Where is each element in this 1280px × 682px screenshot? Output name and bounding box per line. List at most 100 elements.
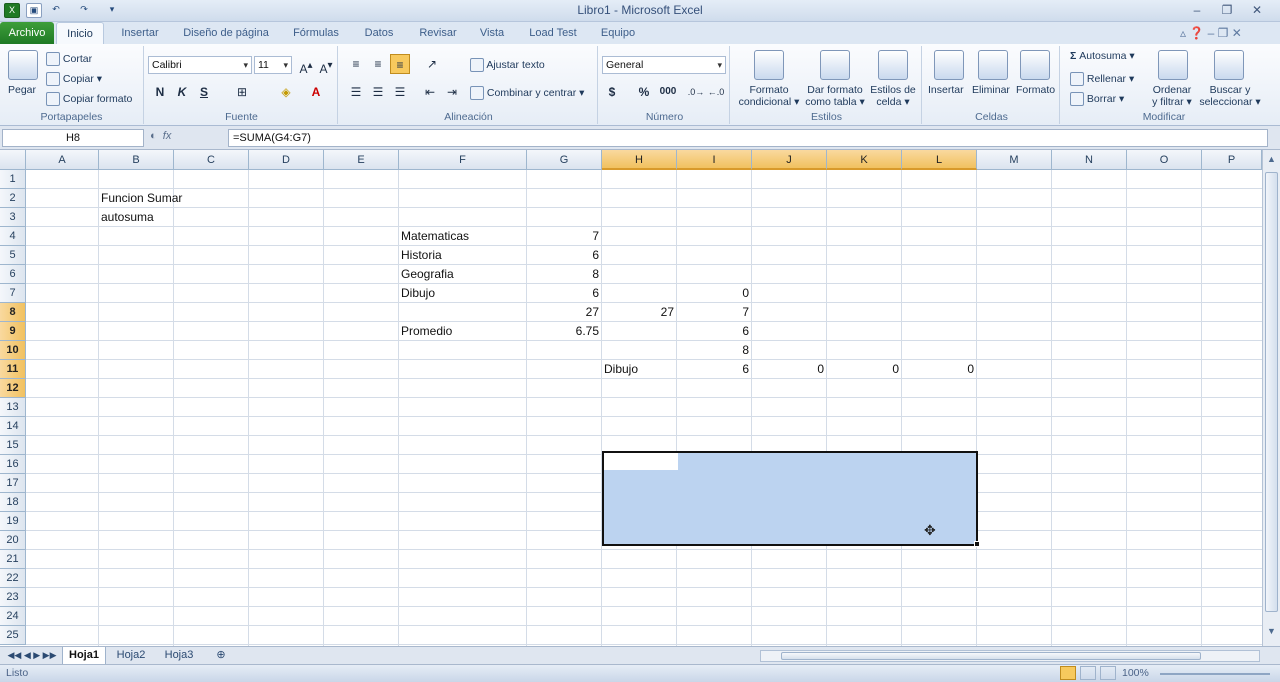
- number-format-select[interactable]: General: [602, 56, 726, 74]
- name-box[interactable]: H8: [2, 129, 144, 147]
- horizontal-scrollbar[interactable]: [760, 650, 1260, 662]
- row-header-3[interactable]: 3: [0, 208, 26, 227]
- row-header-2[interactable]: 2: [0, 189, 26, 208]
- insert-cells-icon[interactable]: [934, 50, 964, 80]
- cell-f4[interactable]: Matematicas: [401, 227, 527, 246]
- cell-g5[interactable]: 6: [529, 246, 602, 265]
- page-layout-icon[interactable]: [1080, 666, 1096, 680]
- cell-g7[interactable]: 6: [529, 284, 602, 303]
- row-header-21[interactable]: 21: [0, 550, 26, 569]
- row-header-7[interactable]: 7: [0, 284, 26, 303]
- copy-button[interactable]: Copiar ▾: [46, 72, 102, 86]
- cell-f5[interactable]: Historia: [401, 246, 527, 265]
- conditional-format-button[interactable]: Formato condicional ▾: [736, 84, 802, 108]
- sort-filter-button[interactable]: Ordenar y filtrar ▾: [1146, 84, 1198, 108]
- tab-diseno[interactable]: Diseño de página: [176, 22, 276, 44]
- column-header-n[interactable]: N: [1052, 150, 1127, 170]
- expand-formula-icon[interactable]: ◐: [150, 130, 157, 142]
- bold-button[interactable]: N: [150, 82, 170, 102]
- column-header-d[interactable]: D: [249, 150, 324, 170]
- column-header-k[interactable]: K: [827, 150, 902, 170]
- row-header-1[interactable]: 1: [0, 170, 26, 189]
- tab-revisar[interactable]: Revisar: [412, 22, 464, 44]
- spreadsheet-grid[interactable]: ABCDEFGHIJKLMNOP 1 2 3 4 5 6 7 8 9 10 11 12 13 14 15 16…: [0, 150, 1262, 646]
- cell-b2[interactable]: Funcion Sumar: [101, 189, 182, 208]
- increase-decimal-icon[interactable]: .0→: [686, 82, 706, 102]
- column-header-m[interactable]: M: [977, 150, 1052, 170]
- zoom-slider[interactable]: [1160, 673, 1270, 675]
- insert-cells-button[interactable]: Insertar: [928, 84, 964, 96]
- delete-cells-button[interactable]: Eliminar: [972, 84, 1010, 96]
- italic-button[interactable]: K: [172, 82, 192, 102]
- cut-button[interactable]: Cortar: [46, 52, 92, 66]
- cell-k11[interactable]: 0: [829, 360, 902, 379]
- cell-h8[interactable]: 27: [604, 303, 677, 322]
- align-top-icon[interactable]: ≡: [346, 54, 366, 74]
- conditional-format-icon[interactable]: [754, 50, 784, 80]
- cell-i7[interactable]: 0: [679, 284, 752, 303]
- cell-f9[interactable]: Promedio: [401, 322, 527, 341]
- new-sheet-icon[interactable]: ⊕: [204, 647, 238, 665]
- row-header-20[interactable]: 20: [0, 531, 26, 550]
- minimize-icon[interactable]: –: [1186, 2, 1208, 18]
- format-as-table-button[interactable]: Dar formato como tabla ▾: [804, 84, 866, 108]
- column-header-e[interactable]: E: [324, 150, 399, 170]
- column-header-i[interactable]: I: [677, 150, 752, 170]
- row-header-25[interactable]: 25: [0, 626, 26, 645]
- underline-button[interactable]: S: [194, 82, 214, 102]
- scroll-thumb[interactable]: [1265, 172, 1278, 612]
- align-bottom-icon[interactable]: ≡: [390, 54, 410, 74]
- row-header-6[interactable]: 6: [0, 265, 26, 284]
- row-header-5[interactable]: 5: [0, 246, 26, 265]
- align-middle-icon[interactable]: ≡: [368, 54, 388, 74]
- format-cells-button[interactable]: Formato: [1016, 84, 1055, 96]
- thousands-button[interactable]: 000: [654, 82, 682, 102]
- align-left-icon[interactable]: ☰: [346, 82, 366, 102]
- format-painter-button[interactable]: Copiar formato: [46, 92, 132, 106]
- autosum-button[interactable]: Σ Autosuma ▾: [1070, 50, 1135, 62]
- column-header-o[interactable]: O: [1127, 150, 1202, 170]
- zoom-level[interactable]: 100%: [1122, 667, 1149, 679]
- row-header-19[interactable]: 19: [0, 512, 26, 531]
- row-header-13[interactable]: 13: [0, 398, 26, 417]
- fill-button[interactable]: Rellenar ▾: [1070, 72, 1134, 86]
- restore-icon[interactable]: ❐: [1216, 2, 1238, 18]
- cell-l11[interactable]: 0: [904, 360, 977, 379]
- tab-datos[interactable]: Datos: [354, 22, 404, 44]
- decrease-indent-icon[interactable]: ⇤: [420, 82, 440, 102]
- scroll-up-icon[interactable]: ▲: [1265, 154, 1278, 168]
- currency-button[interactable]: $: [602, 82, 622, 102]
- wrap-text-button[interactable]: Ajustar texto: [470, 58, 545, 72]
- fx-icon[interactable]: fx: [163, 130, 172, 142]
- formula-input[interactable]: =SUMA(G4:G7): [228, 129, 1268, 147]
- align-right-icon[interactable]: ☰: [390, 82, 410, 102]
- font-size-select[interactable]: 11: [254, 56, 292, 74]
- percent-button[interactable]: %: [634, 82, 654, 102]
- decrease-decimal-icon[interactable]: ←.0: [706, 82, 726, 102]
- close-icon[interactable]: ✕: [1246, 2, 1268, 18]
- row-header-18[interactable]: 18: [0, 493, 26, 512]
- row-header-24[interactable]: 24: [0, 607, 26, 626]
- cell-i9[interactable]: 6: [679, 322, 752, 341]
- tab-formulas[interactable]: Fórmulas: [286, 22, 346, 44]
- tab-vista[interactable]: Vista: [472, 22, 512, 44]
- increase-indent-icon[interactable]: ⇥: [442, 82, 462, 102]
- cell-f7[interactable]: Dibujo: [401, 284, 527, 303]
- column-header-j[interactable]: J: [752, 150, 827, 170]
- cell-b3[interactable]: autosuma: [101, 208, 174, 227]
- find-select-button[interactable]: Buscar y seleccionar ▾: [1198, 84, 1262, 108]
- cell-i11[interactable]: 6: [679, 360, 752, 379]
- find-select-icon[interactable]: [1214, 50, 1244, 80]
- row-header-9[interactable]: 9: [0, 322, 26, 341]
- row-header-12[interactable]: 12: [0, 379, 26, 398]
- sheet-tab-hoja3[interactable]: Hoja3: [156, 647, 202, 665]
- row-header-10[interactable]: 10: [0, 341, 26, 360]
- borders-icon[interactable]: ⊞: [232, 82, 252, 102]
- font-name-select[interactable]: Calibri: [148, 56, 252, 74]
- ribbon-controls-icon[interactable]: ▵ ❓ – ❐ ✕: [1180, 26, 1242, 40]
- grow-font-icon[interactable]: A▴: [296, 56, 316, 76]
- cell-i10[interactable]: 8: [679, 341, 752, 360]
- cell-g8[interactable]: 27: [529, 303, 602, 322]
- tab-insertar[interactable]: Insertar: [112, 22, 168, 44]
- delete-cells-icon[interactable]: [978, 50, 1008, 80]
